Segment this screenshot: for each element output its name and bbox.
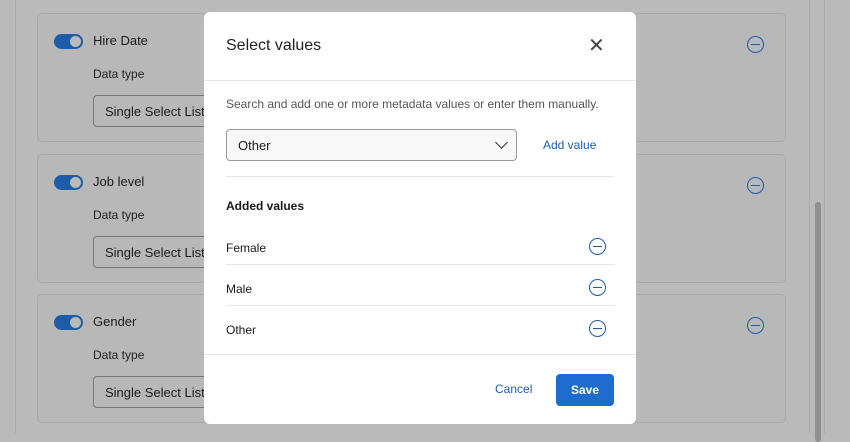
divider [204, 354, 636, 355]
field-title: Job level [93, 174, 145, 189]
remove-icon[interactable] [589, 279, 606, 296]
data-type-label: Data type [93, 67, 145, 81]
divider [226, 176, 613, 177]
enable-toggle[interactable] [54, 175, 83, 190]
divider [15, 0, 16, 433]
close-icon[interactable]: ✕ [588, 36, 605, 56]
metadata-value-dropdown[interactable]: Other [226, 129, 517, 161]
cancel-button[interactable]: Cancel [495, 382, 532, 396]
list-item: Female [226, 225, 615, 265]
enable-toggle[interactable] [54, 34, 83, 49]
select-values-dialog: Select values ✕ Search and add one or mo… [204, 12, 636, 424]
divider [204, 80, 636, 81]
remove-icon[interactable] [747, 36, 764, 53]
value-label: Other [226, 323, 257, 337]
save-button[interactable]: Save [556, 374, 614, 406]
dropdown-value: Other [238, 138, 271, 153]
list-item: Other [226, 307, 615, 347]
remove-icon[interactable] [747, 317, 764, 334]
remove-icon[interactable] [589, 320, 606, 337]
scrollbar[interactable] [815, 202, 821, 442]
dialog-title: Select values [226, 37, 322, 54]
divider [809, 0, 810, 433]
field-title: Hire Date [93, 33, 148, 48]
remove-icon[interactable] [747, 177, 764, 194]
divider [824, 0, 825, 433]
remove-icon[interactable] [589, 238, 606, 255]
add-value-button[interactable]: Add value [543, 138, 596, 152]
added-values-heading: Added values [226, 199, 305, 213]
data-type-label: Data type [93, 208, 145, 222]
list-item: Male [226, 266, 615, 306]
field-title: Gender [93, 314, 137, 329]
dialog-description: Search and add one or more metadata valu… [226, 97, 599, 111]
value-label: Male [226, 282, 253, 296]
enable-toggle[interactable] [54, 315, 83, 330]
value-label: Female [226, 241, 267, 255]
chevron-down-icon [495, 136, 508, 149]
data-type-label: Data type [93, 348, 145, 362]
